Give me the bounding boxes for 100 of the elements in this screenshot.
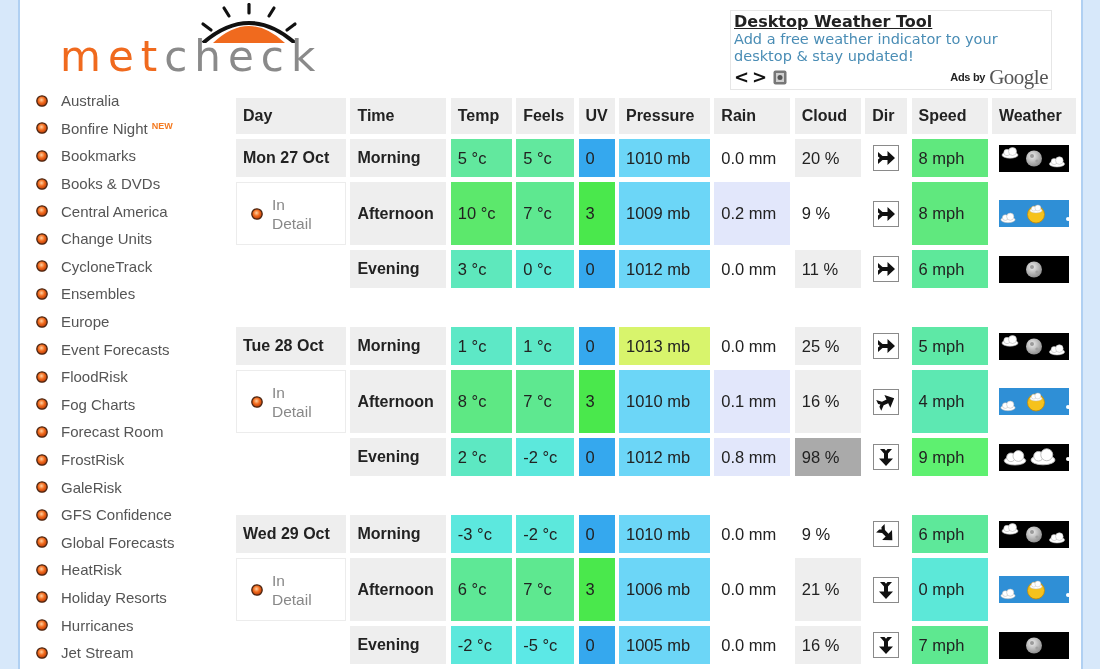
feels-cell: -2 °c: [516, 515, 575, 553]
uv-cell: 0: [578, 250, 615, 288]
sidebar-link[interactable]: CycloneTrack: [61, 257, 153, 275]
time-cell: Afternoon: [350, 370, 447, 433]
sidebar-link[interactable]: Ensembles: [61, 285, 136, 303]
ad-description[interactable]: Add a free weather indicator to your desktop & stay updated!: [734, 31, 1034, 65]
uv-cell: 0: [578, 438, 615, 476]
feels-cell: 0 °c: [516, 250, 575, 288]
sidebar-link[interactable]: GaleRisk: [61, 478, 122, 496]
sidebar-link[interactable]: Books & DVDs: [61, 175, 161, 193]
bullet-icon: [36, 536, 48, 549]
speed-cell: 0 mph: [911, 558, 988, 621]
sidebar-link[interactable]: FloodRisk: [61, 368, 128, 386]
pressure-cell: 1012 mb: [618, 438, 710, 476]
square-icon[interactable]: [773, 69, 788, 85]
pressure-cell: 1006 mb: [618, 558, 710, 621]
day-cell: Tue 28 Oct: [236, 327, 346, 365]
sidebar-link[interactable]: Europe: [61, 313, 110, 331]
uv-cell: 3: [578, 370, 615, 433]
in-detail-link[interactable]: In Detail: [272, 570, 322, 609]
uv-cell: 0: [578, 515, 615, 553]
in-detail-link[interactable]: In Detail: [272, 382, 322, 421]
speed-cell: 4 mph: [911, 370, 988, 433]
sidebar-link[interactable]: Holiday Resorts: [61, 589, 167, 606]
temp-cell: 1 °c: [450, 327, 512, 365]
column-header: Feels: [516, 98, 575, 134]
time-cell: Evening: [350, 438, 447, 476]
sidebar-link[interactable]: Central America: [61, 202, 168, 220]
bullet-icon: [36, 591, 48, 604]
column-header: Day: [236, 98, 346, 134]
clouds-icon: [998, 443, 1069, 471]
temp-cell: 8 °c: [450, 370, 512, 433]
moon-and-clouds-icon: [998, 520, 1069, 548]
sidebar-link[interactable]: Global Forecasts: [61, 533, 175, 551]
sidebar-link[interactable]: Change Units: [61, 230, 152, 248]
feels-cell: 1 °c: [516, 327, 575, 365]
speed-cell: 6 mph: [911, 250, 988, 288]
column-header: Time: [350, 98, 447, 134]
bullet-icon: [36, 646, 48, 659]
bullet-icon: [251, 583, 263, 596]
sidebar-link[interactable]: Forecast Room: [61, 423, 164, 441]
ad-nav-button[interactable]: >: [752, 68, 768, 86]
sidebar-link[interactable]: GFS Confidence: [61, 506, 172, 524]
speed-cell: 5 mph: [911, 327, 988, 365]
sidebar-link[interactable]: Bookmarks: [61, 147, 137, 165]
temp-cell: 3 °c: [450, 250, 512, 288]
new-label: NEW: [151, 121, 173, 132]
bullet-icon: [36, 315, 48, 328]
time-cell: Morning: [350, 327, 447, 365]
speed-cell: 9 mph: [911, 438, 988, 476]
time-cell: Afternoon: [350, 558, 447, 621]
bullet-icon: [36, 150, 48, 162]
time-cell: Morning: [350, 515, 447, 553]
column-header: Cloud: [794, 98, 861, 134]
cloud-cell: 98 %: [794, 438, 861, 476]
pressure-cell: 1010 mb: [618, 370, 710, 433]
uv-cell: 3: [578, 558, 615, 621]
ads-by-label: Ads by: [950, 71, 986, 83]
sidebar-link[interactable]: Jet Stream: [61, 644, 134, 662]
sidebar-link[interactable]: Australia: [61, 92, 120, 110]
bullet-icon: [36, 370, 48, 383]
ad-title-link[interactable]: Desktop Weather Tool: [734, 12, 933, 31]
speed-cell: 7 mph: [911, 626, 988, 664]
bullet-icon: [36, 425, 48, 438]
in-detail-link[interactable]: In Detail: [272, 194, 322, 233]
pressure-cell: 1013 mb: [618, 327, 710, 365]
google-wordmark[interactable]: Google: [989, 67, 1048, 87]
temp-cell: 5 °c: [450, 139, 512, 177]
time-cell: Morning: [350, 139, 447, 177]
day-cell: Wed 29 Oct: [236, 515, 346, 553]
pressure-cell: 1010 mb: [618, 515, 710, 553]
ad-nav-button[interactable]: <: [734, 68, 750, 86]
bullet-icon: [36, 232, 48, 245]
column-header: Rain: [714, 98, 791, 134]
uv-cell: 0: [578, 327, 615, 365]
sidebar-link[interactable]: Bonfire Night: [61, 119, 148, 137]
sidebar-link[interactable]: Fog Charts: [61, 395, 136, 413]
bullet-icon: [36, 508, 48, 521]
feels-cell: 7 °c: [516, 558, 575, 621]
feels-cell: 7 °c: [516, 370, 575, 433]
temp-cell: 2 °c: [450, 438, 512, 476]
pressure-cell: 1009 mb: [618, 182, 710, 245]
moon-icon: [998, 255, 1069, 283]
cloud-cell: 16 %: [794, 370, 861, 433]
time-cell: Evening: [350, 250, 447, 288]
day-cell: Mon 27 Oct: [236, 139, 346, 177]
sidebar-link[interactable]: HeatRisk: [61, 561, 122, 579]
column-header: Temp: [450, 98, 512, 134]
sidebar-link[interactable]: Event Forecasts: [61, 340, 170, 358]
bullet-icon: [36, 177, 48, 190]
column-header: Pressure: [618, 98, 710, 134]
uv-cell: 3: [578, 182, 615, 245]
sidebar-link[interactable]: Hurricanes: [61, 616, 134, 634]
feels-cell: -5 °c: [516, 626, 575, 664]
speed-cell: 8 mph: [911, 182, 988, 245]
sidebar-link[interactable]: FrostRisk: [61, 451, 125, 468]
moon-icon: [998, 631, 1069, 659]
cloud-cell: 20 %: [794, 139, 861, 177]
bullet-icon: [36, 94, 48, 107]
speed-cell: 8 mph: [911, 139, 988, 177]
